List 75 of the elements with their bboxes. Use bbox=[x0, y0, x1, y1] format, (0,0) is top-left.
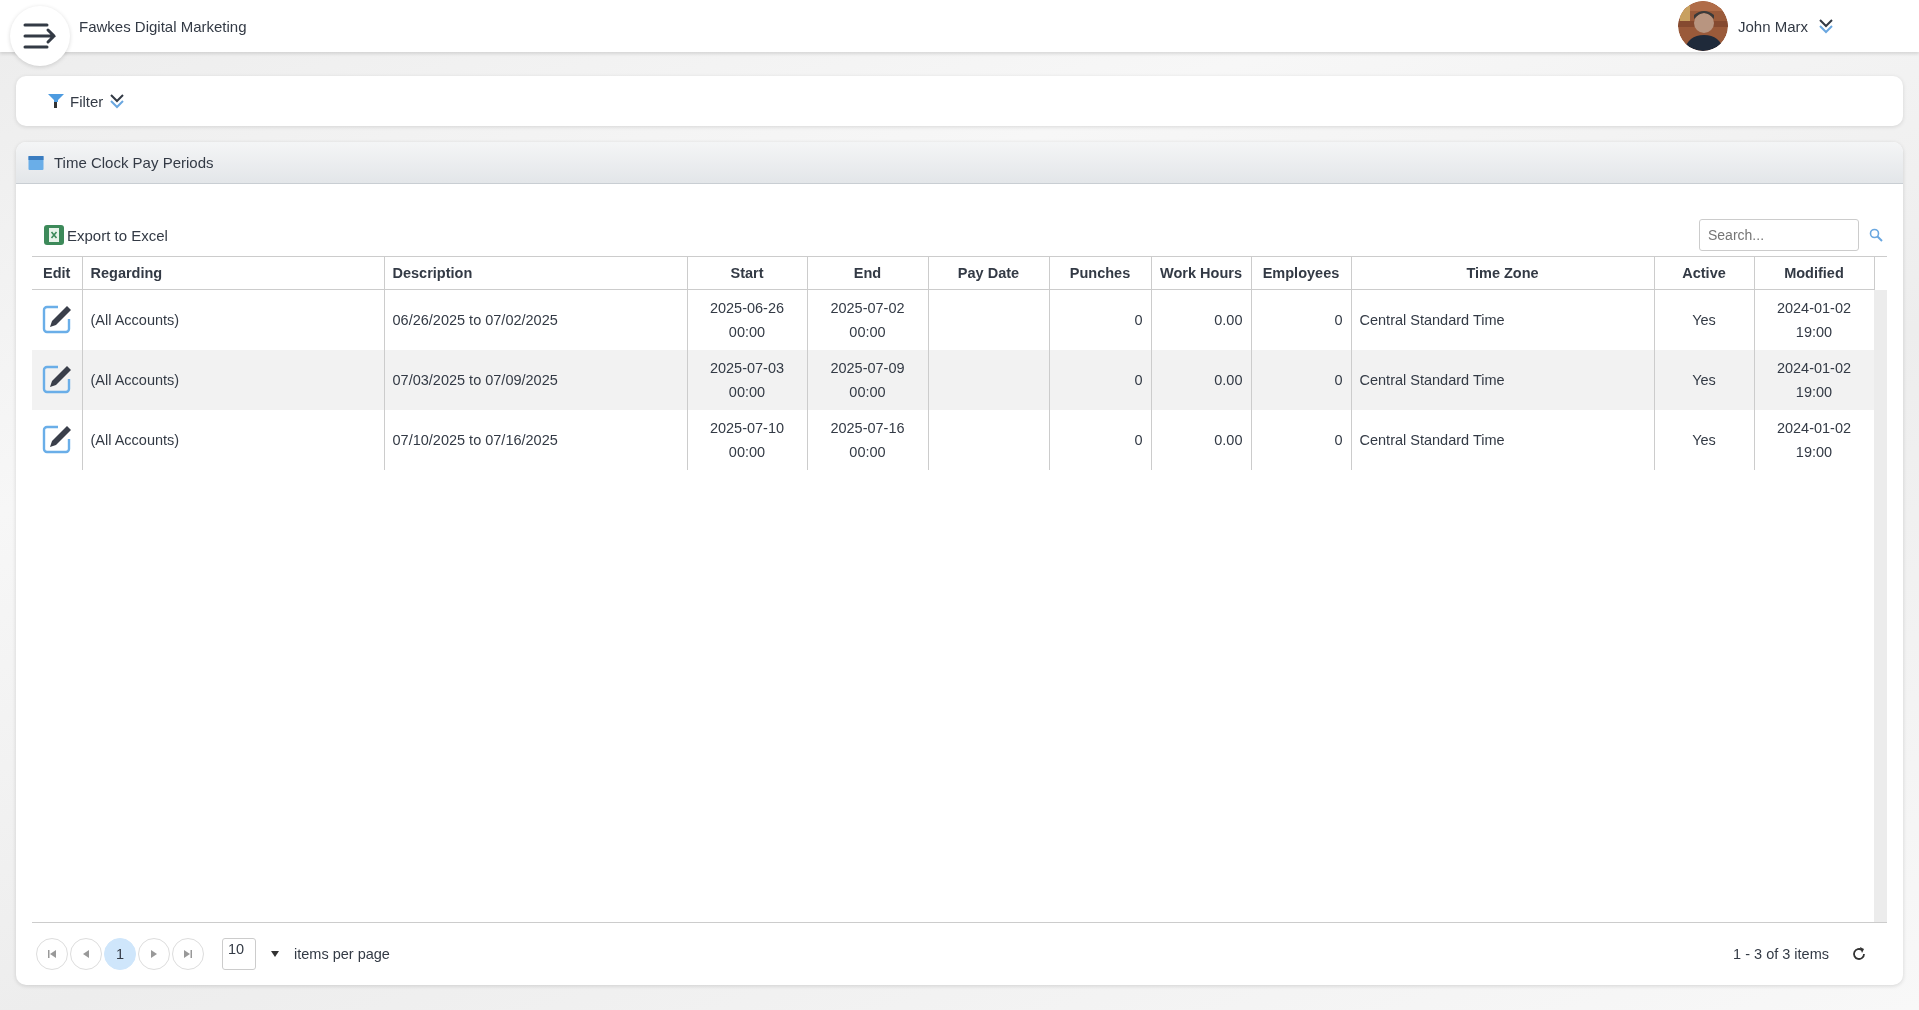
last-page-icon bbox=[184, 950, 192, 958]
calendar-icon bbox=[28, 154, 44, 171]
column-header[interactable]: Pay Date bbox=[928, 257, 1049, 290]
last-page-button[interactable] bbox=[172, 938, 204, 970]
table-cell: 0 bbox=[1334, 372, 1343, 388]
search-field[interactable]: Search... bbox=[1699, 219, 1859, 251]
table-cell: 0.00 bbox=[1214, 312, 1243, 328]
table-cell: 0.00 bbox=[1214, 372, 1243, 388]
page-size-field[interactable]: 10 bbox=[222, 938, 256, 970]
column-header[interactable]: Start bbox=[687, 257, 807, 290]
table-cell: 0 bbox=[1134, 312, 1143, 328]
table-cell-text: 2025-06-26 00:00 bbox=[709, 299, 785, 342]
dropdown-arrow-icon[interactable] bbox=[270, 950, 280, 958]
edit-button[interactable] bbox=[41, 303, 72, 334]
column-header[interactable]: Edit bbox=[32, 257, 82, 290]
column-header[interactable]: Description bbox=[384, 257, 687, 290]
table-cell-text: 2025-07-16 00:00 bbox=[830, 419, 905, 462]
export-button[interactable]: Export to Excel bbox=[44, 225, 168, 245]
chevron-down-icon[interactable] bbox=[1818, 18, 1834, 34]
table-cell: 0 bbox=[1334, 432, 1343, 448]
table-cell: Yes bbox=[1692, 432, 1716, 448]
table-cell-text: 2025-07-02 00:00 bbox=[830, 299, 905, 342]
table-cell: 07/03/2025 to 07/09/2025 bbox=[392, 372, 558, 388]
table-cell: 0.00 bbox=[1214, 432, 1243, 448]
table-cell: Central Standard Time bbox=[1359, 432, 1505, 448]
column-header[interactable]: Work Hours bbox=[1151, 257, 1251, 290]
filter-icon bbox=[48, 94, 64, 108]
table-cell: Central Standard Time bbox=[1359, 372, 1505, 388]
table-cell: 0 bbox=[1134, 432, 1143, 448]
company-name: Fawkes Digital Marketing bbox=[79, 17, 247, 35]
edit-button[interactable] bbox=[41, 363, 72, 394]
page-button[interactable]: 1 bbox=[104, 938, 136, 970]
menu-icon bbox=[23, 22, 57, 50]
scrollbar[interactable] bbox=[1874, 290, 1887, 922]
table-cell: 0 bbox=[1134, 372, 1143, 388]
table-cell-text: 2024-01-02 19:00 bbox=[1776, 299, 1852, 342]
user-name[interactable]: John Marx bbox=[1737, 17, 1808, 35]
chevron-down-icon bbox=[109, 93, 126, 109]
table-cell-text: 2025-07-10 00:00 bbox=[709, 419, 785, 462]
edit-icon bbox=[41, 363, 72, 394]
table-cell: (All Accounts) bbox=[90, 432, 180, 448]
search-icon[interactable] bbox=[1869, 228, 1883, 242]
column-header[interactable]: Active bbox=[1654, 257, 1754, 290]
column-header[interactable]: Regarding bbox=[82, 257, 384, 290]
filter-button[interactable]: Filter bbox=[48, 92, 126, 110]
edit-icon bbox=[41, 303, 72, 334]
edit-button[interactable] bbox=[41, 423, 72, 454]
refresh-icon[interactable] bbox=[1851, 946, 1867, 962]
table-cell: Yes bbox=[1692, 312, 1716, 328]
table-cell: (All Accounts) bbox=[90, 372, 180, 388]
table-cell: 06/26/2025 to 07/02/2025 bbox=[392, 312, 558, 328]
column-header[interactable]: Time Zone bbox=[1351, 257, 1654, 290]
column-header[interactable]: End bbox=[807, 257, 928, 290]
table-cell-text: 2024-01-02 19:00 bbox=[1776, 419, 1852, 462]
previous-page-icon bbox=[83, 950, 89, 958]
first-page-button[interactable] bbox=[36, 938, 68, 970]
first-page-icon bbox=[48, 950, 56, 958]
column-header[interactable]: Punches bbox=[1049, 257, 1151, 290]
next-page-icon bbox=[151, 950, 157, 958]
column-header[interactable]: Employees bbox=[1251, 257, 1351, 290]
panel-title: Time Clock Pay Periods bbox=[54, 154, 214, 171]
table-cell: (All Accounts) bbox=[90, 312, 180, 328]
table-cell: Central Standard Time bbox=[1359, 312, 1505, 328]
menu-button[interactable] bbox=[10, 6, 70, 66]
column-header[interactable]: Modified bbox=[1754, 257, 1874, 290]
spreadsheet-icon bbox=[44, 225, 64, 245]
table-cell: 07/10/2025 to 07/16/2025 bbox=[392, 432, 558, 448]
table-cell-text: 2025-07-03 00:00 bbox=[709, 359, 785, 402]
table-cell-text: 2024-01-02 19:00 bbox=[1776, 359, 1852, 402]
table-cell: Yes bbox=[1692, 372, 1716, 388]
table-cell: 0 bbox=[1334, 312, 1343, 328]
edit-icon bbox=[41, 423, 72, 454]
table-cell-text: 2025-07-09 00:00 bbox=[830, 359, 905, 402]
page-size-label: items per page bbox=[294, 946, 390, 962]
pager-summary: 1 - 3 of 3 items bbox=[1733, 946, 1829, 962]
